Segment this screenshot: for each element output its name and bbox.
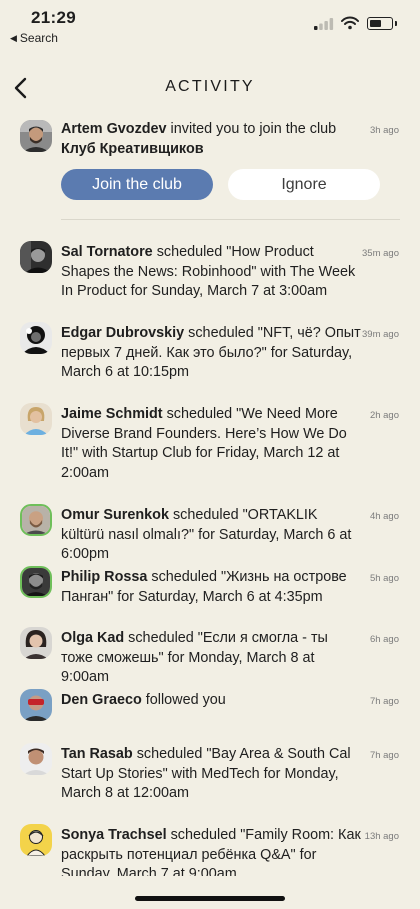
user-name[interactable]: Den Graeco <box>61 692 142 708</box>
user-name[interactable]: Philip Rossa <box>61 569 147 585</box>
user-name[interactable]: Omur Surenkok <box>61 507 169 523</box>
timestamp: 4h ago <box>369 511 399 522</box>
avatar[interactable] <box>20 403 52 435</box>
item-text: Omur Surenkok scheduled "ORTAKLIK kültür… <box>61 506 361 565</box>
invite-message: invited you to join the club <box>166 121 337 137</box>
timestamp: 13h ago <box>364 831 399 842</box>
user-name[interactable]: Jaime Schmidt <box>61 406 163 422</box>
timestamp: 2h ago <box>369 410 399 421</box>
avatar[interactable] <box>20 504 52 536</box>
user-name[interactable]: Tan Rasab <box>61 746 133 762</box>
item-text: Jaime Schmidt scheduled "We Need More Di… <box>61 405 361 483</box>
user-name[interactable]: Sonya Trachsel <box>61 827 167 843</box>
timestamp: 35m ago <box>362 248 399 259</box>
join-club-button[interactable]: Join the club <box>61 169 213 200</box>
item-text: Tan Rasab scheduled "Bay Area & South Ca… <box>61 745 361 804</box>
item-text: Sonya Trachsel scheduled "Family Room: К… <box>61 826 361 876</box>
item-text: Olga Kad scheduled "Если я смогла - ты т… <box>61 629 361 688</box>
user-name[interactable]: Artem Gvozdev <box>61 121 167 137</box>
invite-text: Artem Gvozdev invited you to join the cl… <box>61 120 361 159</box>
avatar[interactable] <box>20 824 52 856</box>
timestamp: 5h ago <box>369 573 399 584</box>
home-indicator[interactable] <box>135 896 285 901</box>
avatar[interactable] <box>20 743 52 775</box>
divider <box>61 219 400 220</box>
user-name[interactable]: Edgar Dubrovskiy <box>61 325 184 341</box>
club-name[interactable]: Клуб Креативщиков <box>61 141 204 157</box>
item-text: Sal Tornatore scheduled "How Product Sha… <box>61 243 361 302</box>
activity-list: Artem Gvozdev invited you to join the cl… <box>0 0 420 876</box>
timestamp: 7h ago <box>369 696 399 707</box>
item-text: Edgar Dubrovskiy scheduled "NFT, чё? Опы… <box>61 324 361 383</box>
avatar[interactable] <box>20 241 52 273</box>
avatar[interactable] <box>20 120 52 152</box>
user-name[interactable]: Sal Tornatore <box>61 244 153 260</box>
item-text: Den Graeco followed you <box>61 691 361 711</box>
avatar[interactable] <box>20 322 52 354</box>
timestamp: 3h ago <box>369 125 399 136</box>
user-name[interactable]: Olga Kad <box>61 630 124 646</box>
avatar[interactable] <box>20 689 52 721</box>
avatar[interactable] <box>20 566 52 598</box>
timestamp: 39m ago <box>362 329 399 340</box>
item-message: followed you <box>141 692 226 708</box>
item-text: Philip Rossa scheduled "Жизнь на острове… <box>61 568 361 607</box>
ignore-button[interactable]: Ignore <box>228 169 380 200</box>
avatar[interactable] <box>20 627 52 659</box>
timestamp: 7h ago <box>369 750 399 761</box>
timestamp: 6h ago <box>369 634 399 645</box>
